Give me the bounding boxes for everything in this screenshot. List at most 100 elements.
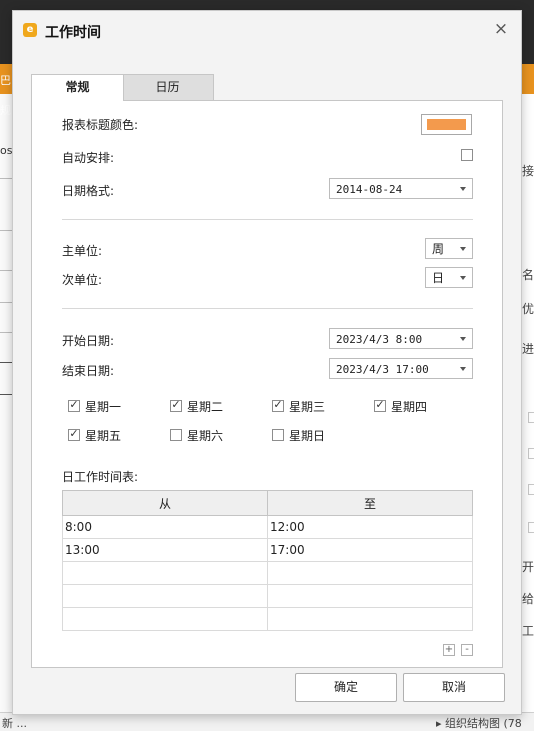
weekday-friday-checkbox[interactable]: ✓ [68, 427, 80, 441]
background-left-panel: 巴 规 os [0, 74, 13, 714]
checkmark-icon: ✓ [69, 398, 79, 411]
minor-unit-select[interactable]: 日 [425, 267, 473, 288]
title-color-label: 报表标题颜色: [62, 118, 139, 132]
date-format-select[interactable]: 2014-08-24 [329, 178, 473, 199]
chevron-down-icon [460, 276, 466, 280]
table-row: 13:00 17:00 [62, 538, 473, 562]
background-text: 给 [522, 592, 534, 606]
table-cell[interactable] [267, 584, 473, 608]
weekday-monday-checkbox[interactable]: ✓ [68, 398, 80, 412]
table-cell[interactable] [62, 584, 268, 608]
minor-unit-label: 次单位: [62, 273, 103, 287]
background-text: os [0, 144, 13, 157]
date-format-value: 2014-08-24 [336, 183, 403, 196]
dialog-titlebar[interactable]: e 工作时间 × [13, 11, 521, 51]
start-date-picker[interactable]: 2023/4/3 8:00 [329, 328, 473, 349]
major-unit-select[interactable]: 周 [425, 238, 473, 259]
table-cell[interactable] [267, 607, 473, 631]
add-row-button[interactable]: + [443, 644, 455, 656]
dialog-title: 工作时间 [45, 25, 101, 41]
color-swatch [427, 119, 466, 130]
weekday-wednesday-checkbox[interactable]: ✓ [272, 398, 284, 412]
background-text: 进 [522, 342, 534, 356]
background-checkbox [528, 412, 534, 423]
background-text: 接 [522, 164, 534, 178]
background-text: 工 [522, 624, 534, 638]
background-text: 新 ... [2, 717, 27, 730]
weekday-friday[interactable]: ✓ 星期五 [68, 427, 168, 443]
background-text: 开 [522, 560, 534, 574]
checkmark-icon: ✓ [273, 398, 283, 411]
weekday-tuesday-checkbox[interactable]: ✓ [170, 398, 182, 412]
weekday-thursday-checkbox[interactable]: ✓ [374, 398, 386, 412]
weekday-saturday-checkbox[interactable] [170, 429, 182, 441]
chevron-down-icon [460, 367, 466, 371]
cancel-button[interactable]: 取消 [403, 673, 505, 702]
title-color-picker[interactable] [421, 114, 472, 135]
table-cell[interactable]: 13:00 [62, 538, 268, 562]
minor-unit-value: 日 [432, 271, 445, 285]
table-row [62, 607, 473, 631]
weekday-label: 星期五 [85, 429, 122, 443]
table-cell[interactable] [62, 607, 268, 631]
end-date-picker[interactable]: 2023/4/3 17:00 [329, 358, 473, 379]
background-checkbox [528, 522, 534, 533]
chevron-down-icon [460, 247, 466, 251]
weekday-label: 星期二 [187, 400, 224, 414]
checkmark-icon: ✓ [69, 427, 79, 440]
weekday-tuesday[interactable]: ✓ 星期二 [170, 398, 270, 414]
general-tab-panel: 报表标题颜色: 自动安排: 日期格式: 2014-08-24 主单位: 周 次单… [31, 100, 503, 668]
tab-general[interactable]: 常规 [31, 74, 124, 101]
column-header-to[interactable]: 至 [267, 490, 473, 516]
table-cell[interactable]: 8:00 [62, 515, 268, 539]
weekday-wednesday[interactable]: ✓ 星期三 [272, 398, 372, 414]
major-unit-label: 主单位: [62, 244, 103, 258]
background-text: 优 [522, 302, 534, 316]
table-row [62, 584, 473, 608]
weekday-thursday[interactable]: ✓ 星期四 [374, 398, 474, 414]
background-text: 巴 [0, 74, 11, 87]
weekday-label: 星期一 [85, 400, 122, 414]
app-logo-icon: e [23, 23, 37, 37]
weekday-sunday-checkbox[interactable] [272, 429, 284, 441]
schedule-label: 日工作时间表: [62, 470, 139, 484]
start-date-label: 开始日期: [62, 334, 115, 348]
table-cell[interactable] [267, 561, 473, 585]
remove-row-button[interactable]: - [461, 644, 473, 656]
end-date-value: 2023/4/3 17:00 [336, 363, 429, 376]
column-header-from[interactable]: 从 [62, 490, 268, 516]
table-row [62, 561, 473, 585]
background-text: 规 [0, 104, 11, 117]
end-date-label: 结束日期: [62, 364, 115, 378]
work-time-dialog: e 工作时间 × 常规 日历 报表标题颜色: 自动安排: 日期格式: 2014-… [12, 10, 522, 715]
chevron-down-icon [460, 337, 466, 341]
table-cell[interactable]: 12:00 [267, 515, 473, 539]
checkmark-icon: ✓ [375, 398, 385, 411]
auto-schedule-checkbox[interactable] [461, 149, 473, 161]
background-checkbox [528, 448, 534, 459]
weekday-label: 星期四 [391, 400, 428, 414]
weekday-label: 星期三 [289, 400, 326, 414]
divider [62, 219, 473, 220]
weekday-monday[interactable]: ✓ 星期一 [68, 398, 168, 414]
tab-calendar[interactable]: 日历 [122, 74, 214, 101]
weekday-label: 星期六 [187, 429, 224, 443]
weekday-sunday[interactable]: 星期日 [272, 427, 372, 443]
major-unit-value: 周 [432, 242, 445, 256]
chevron-down-icon [460, 187, 466, 191]
background-right-panel: 接 名 优 进 开 给 工 [520, 94, 534, 714]
date-format-label: 日期格式: [62, 184, 115, 198]
divider [62, 308, 473, 309]
weekday-saturday[interactable]: 星期六 [170, 427, 270, 443]
daily-schedule-table: 从 至 8:00 12:00 13:00 17:00 [62, 490, 473, 631]
background-text: ▸ 组织结构图 (78 [436, 717, 522, 730]
ok-button[interactable]: 确定 [295, 673, 397, 702]
table-cell[interactable]: 17:00 [267, 538, 473, 562]
weekday-label: 星期日 [289, 429, 326, 443]
auto-schedule-label: 自动安排: [62, 151, 115, 165]
table-cell[interactable] [62, 561, 268, 585]
close-icon[interactable]: × [493, 21, 509, 38]
start-date-value: 2023/4/3 8:00 [336, 333, 423, 346]
background-text: 名 [522, 268, 534, 282]
checkmark-icon: ✓ [171, 398, 181, 411]
